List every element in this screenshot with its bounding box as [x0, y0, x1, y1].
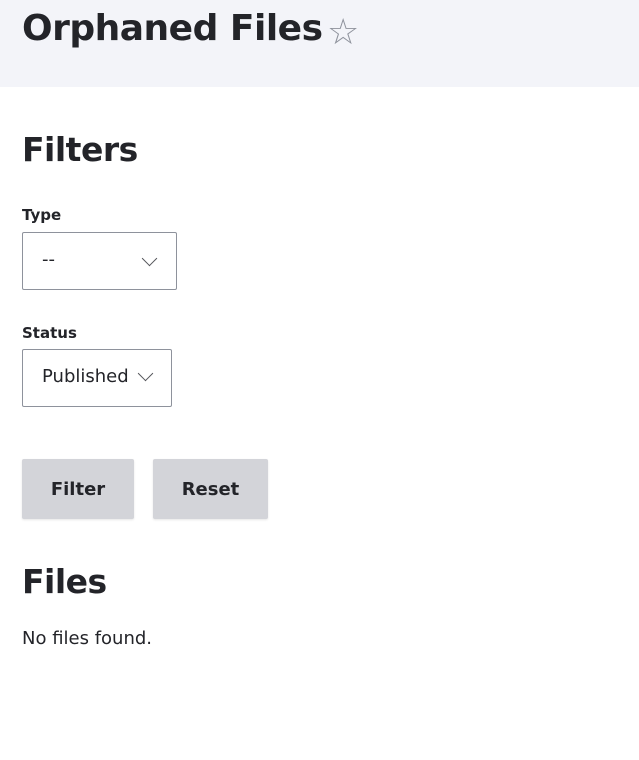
- status-label: Status: [22, 324, 77, 342]
- reset-button[interactable]: Reset: [153, 459, 268, 519]
- filters-heading: Filters: [22, 130, 138, 169]
- chevron-down-icon: [141, 250, 158, 267]
- status-select-value: Published: [42, 366, 129, 387]
- page-header: Orphaned Files ☆: [0, 0, 639, 87]
- page-title: Orphaned Files: [22, 8, 323, 49]
- empty-message: No files found.: [22, 628, 153, 649]
- type-label: Type: [22, 206, 62, 224]
- type-select-value: --: [42, 249, 55, 270]
- filter-button[interactable]: Filter: [22, 459, 134, 519]
- chevron-down-icon: [137, 365, 154, 382]
- star-icon[interactable]: ☆: [327, 12, 359, 53]
- type-select[interactable]: --: [22, 232, 177, 290]
- files-heading: Files: [22, 562, 107, 601]
- status-select[interactable]: Published: [22, 349, 172, 407]
